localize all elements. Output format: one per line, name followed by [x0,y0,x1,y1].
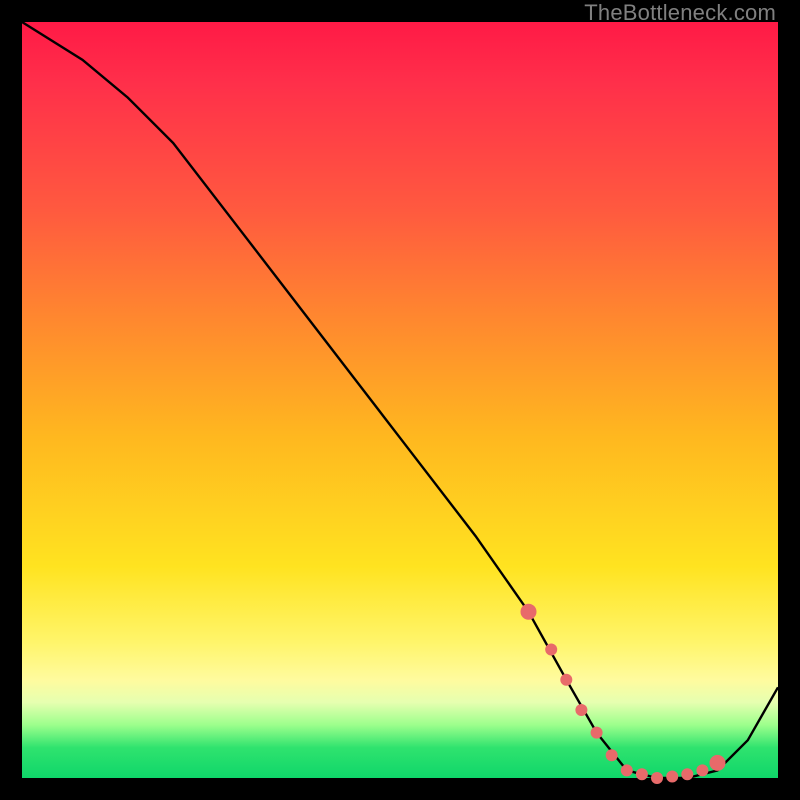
data-point [575,704,587,716]
data-point [710,755,726,771]
data-point [651,772,663,784]
data-point [666,771,678,783]
highlighted-points [521,604,726,784]
data-point [560,674,572,686]
data-point [545,644,557,656]
data-point [636,768,648,780]
data-point [591,727,603,739]
data-point [621,764,633,776]
chart-svg [22,22,778,778]
bottleneck-curve [22,22,778,778]
data-point [521,604,537,620]
data-point [696,764,708,776]
plot-area [22,22,778,778]
chart-container: TheBottleneck.com [0,0,800,800]
data-point [606,749,618,761]
data-point [681,768,693,780]
